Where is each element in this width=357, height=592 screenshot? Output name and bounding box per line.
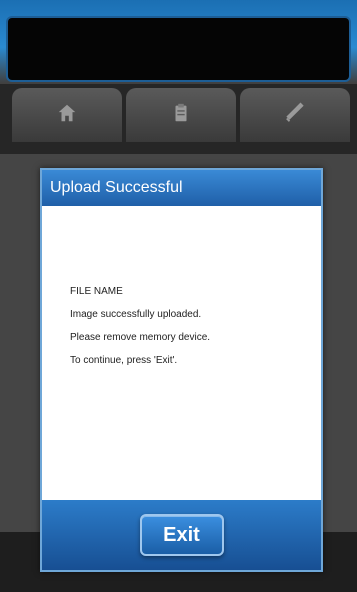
tab-home[interactable] bbox=[12, 88, 122, 142]
exit-button[interactable]: Exit bbox=[139, 514, 224, 556]
instruction-continue: To continue, press 'Exit'. bbox=[70, 355, 178, 366]
display-screen bbox=[8, 18, 349, 80]
tab-bar bbox=[0, 84, 357, 154]
device-frame: Upload Successful FILE NAME Image succes… bbox=[0, 0, 357, 592]
dialog-title: Upload Successful bbox=[42, 170, 321, 206]
tab-clipboard[interactable] bbox=[126, 88, 236, 142]
upload-dialog: Upload Successful FILE NAME Image succes… bbox=[40, 168, 323, 572]
dialog-body: FILE NAME Image successfully uploaded. P… bbox=[42, 206, 321, 504]
tab-tools[interactable] bbox=[240, 88, 350, 142]
home-icon bbox=[56, 102, 78, 129]
instruction-remove: Please remove memory device. bbox=[70, 332, 211, 343]
wrench-icon bbox=[284, 102, 306, 129]
file-name-label: FILE NAME bbox=[70, 286, 123, 297]
dialog-footer: Exit bbox=[42, 500, 321, 570]
clipboard-icon bbox=[170, 102, 192, 129]
status-message: Image successfully uploaded. bbox=[70, 309, 202, 320]
